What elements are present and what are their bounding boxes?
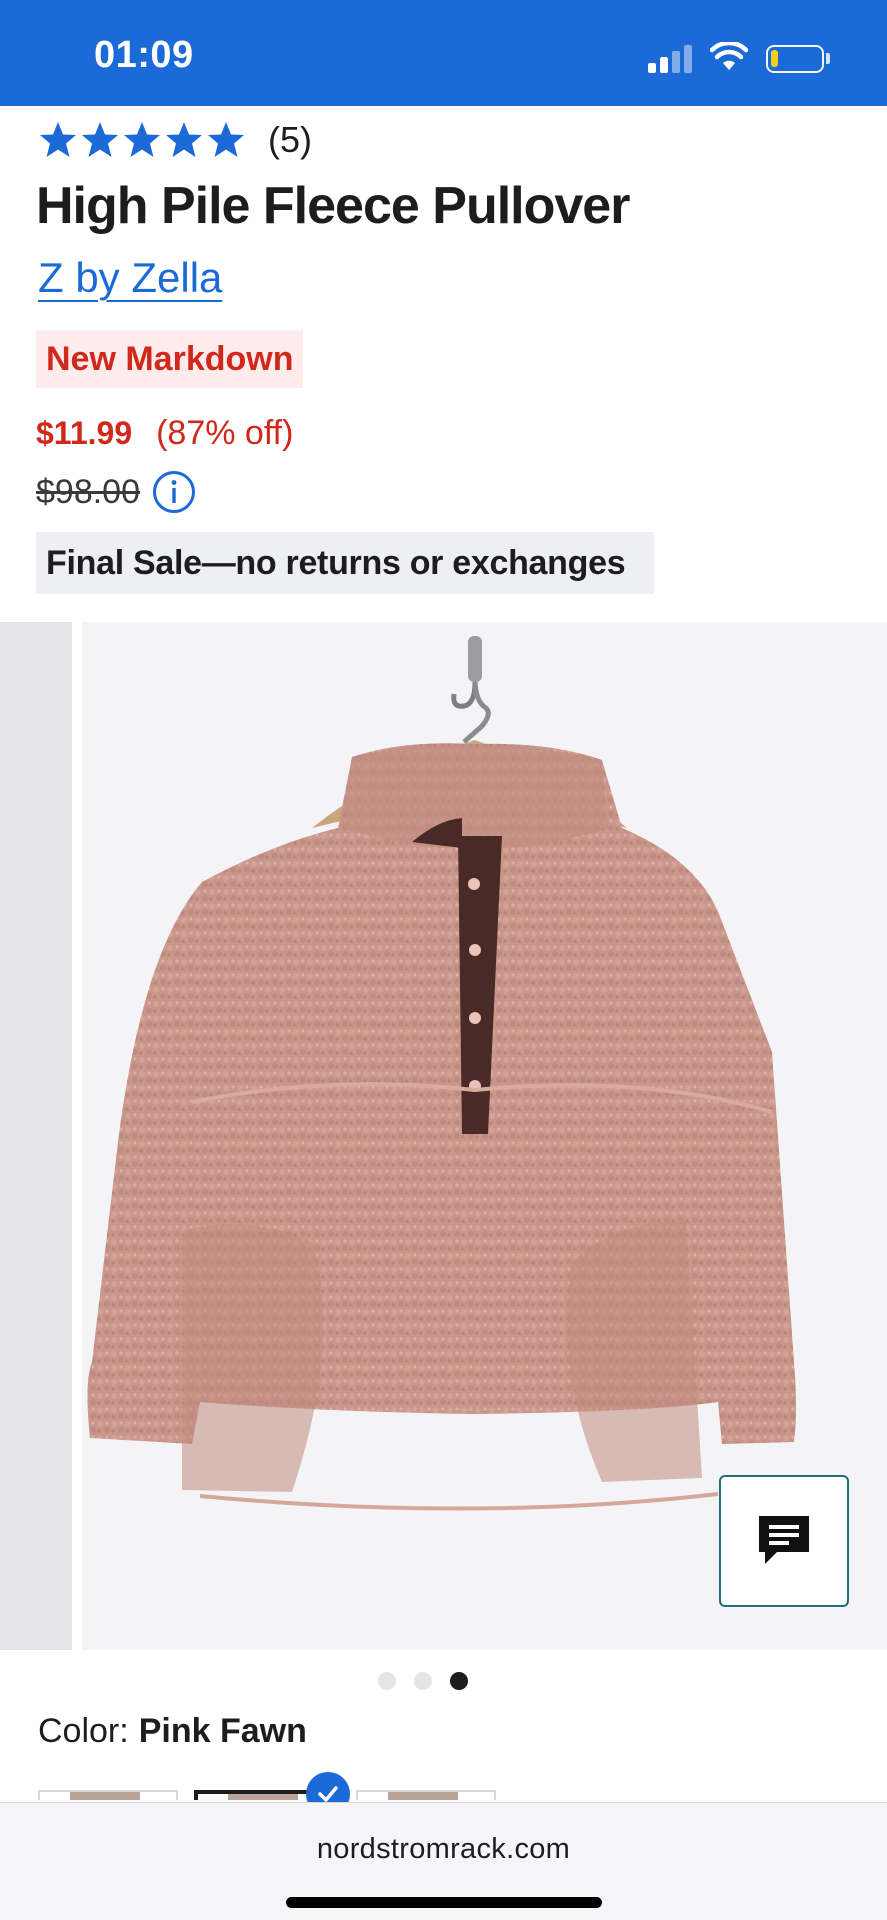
- brand-link[interactable]: Z by Zella: [38, 254, 222, 302]
- rating-stars: [38, 120, 246, 160]
- browser-bar: nordstromrack.com: [0, 1802, 887, 1920]
- cellular-signal-icon: [648, 45, 692, 73]
- star-icon: [166, 122, 202, 157]
- color-label: Color:: [38, 1712, 129, 1750]
- info-icon[interactable]: [152, 470, 196, 514]
- product-rating[interactable]: (5): [38, 118, 312, 162]
- swatch-thumbnail: [228, 1794, 298, 1800]
- star-icon: [40, 122, 76, 157]
- url-bar[interactable]: nordstromrack.com: [0, 1833, 887, 1866]
- star-icon: [82, 122, 118, 157]
- star-icon: [208, 122, 244, 157]
- color-selector-label: Color: Pink Fawn: [38, 1712, 307, 1751]
- wifi-icon: [710, 42, 748, 70]
- discount-percent: (87% off): [156, 414, 294, 452]
- chat-bubble-icon: [759, 1516, 809, 1564]
- original-price: $98.00: [36, 472, 140, 511]
- home-indicator[interactable]: [286, 1897, 602, 1908]
- battery-low-icon: [766, 45, 824, 73]
- review-count[interactable]: (5): [268, 119, 312, 161]
- pagination-dot[interactable]: [378, 1672, 396, 1690]
- gallery-pagination[interactable]: [378, 1672, 468, 1690]
- sale-price: $11.99: [36, 415, 133, 451]
- color-swatch[interactable]: [38, 1790, 178, 1800]
- swatch-thumbnail: [70, 1792, 140, 1800]
- status-time: 01:09: [94, 34, 194, 76]
- markdown-badge: New Markdown: [36, 330, 304, 388]
- final-sale-note: Final Sale—no returns or exchanges: [36, 532, 654, 594]
- battery-cap: [826, 53, 830, 64]
- star-icon: [124, 122, 160, 157]
- previous-image-peek[interactable]: [0, 622, 72, 1650]
- battery-level-fill: [771, 50, 778, 67]
- price-row: $11.99 (87% off): [36, 414, 293, 453]
- pagination-dot[interactable]: [414, 1672, 432, 1690]
- chat-button[interactable]: [719, 1475, 849, 1607]
- status-bar: 01:09: [0, 0, 887, 106]
- product-title: High Pile Fleece Pullover: [36, 177, 630, 235]
- pagination-dot[interactable]: [450, 1672, 468, 1690]
- color-swatch[interactable]: [356, 1790, 496, 1800]
- color-value: Pink Fawn: [138, 1712, 307, 1750]
- original-price-row: $98.00: [36, 470, 196, 514]
- swatch-thumbnail: [388, 1792, 458, 1800]
